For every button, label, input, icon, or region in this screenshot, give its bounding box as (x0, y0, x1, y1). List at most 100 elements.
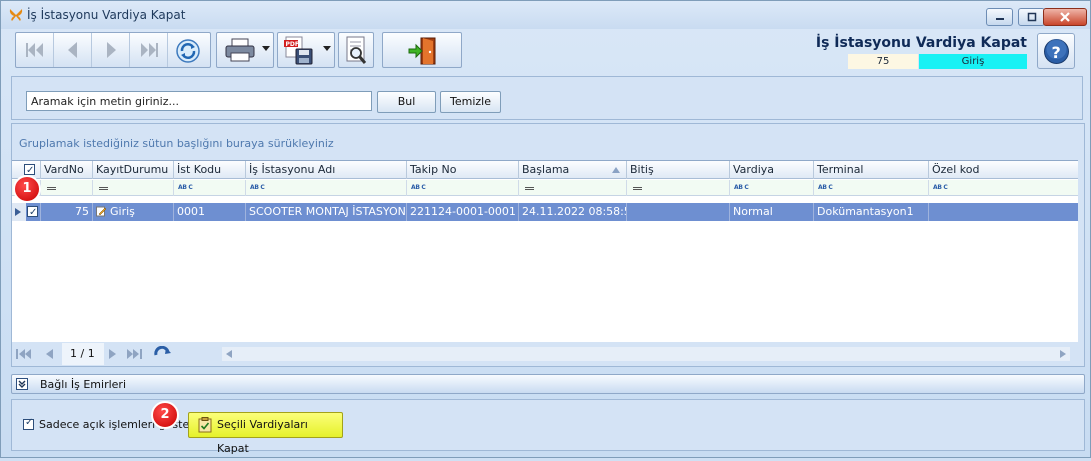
equals-icon (99, 187, 108, 190)
exit-button[interactable] (382, 32, 462, 68)
column-header-bitis[interactable]: Bitiş (627, 161, 730, 179)
inspect-icon (346, 36, 367, 64)
only-open-checkbox[interactable] (23, 417, 34, 430)
cell-takipno[interactable]: 221124-0001-0001 (407, 203, 519, 221)
abc-text-filter-icon: AB C (250, 184, 265, 191)
filter-row: AB C AB C AB C AB C AB C AB C (12, 180, 1078, 196)
refresh-icon (176, 39, 200, 63)
print-dropdown-arrow-icon[interactable] (262, 46, 270, 51)
column-header-vardno[interactable]: VardNo (41, 161, 93, 179)
horizontal-scrollbar[interactable] (222, 347, 1070, 361)
group-by-hint: Gruplamak istediğiniz sütun başlığını bu… (19, 137, 334, 150)
sort-ascending-icon (612, 167, 620, 173)
row-indicator[interactable] (12, 203, 26, 221)
maximize-button[interactable] (1018, 8, 1045, 26)
prev-icon (68, 42, 77, 58)
filter-cell-bitis[interactable] (627, 180, 730, 196)
row-select-cell[interactable] (26, 203, 41, 221)
abc-text-filter-icon: AB C (734, 184, 749, 191)
abc-text-filter-icon: AB C (818, 184, 833, 191)
linked-work-orders-bar[interactable]: Bağlı İş Emirleri (11, 374, 1085, 394)
cell-vardno[interactable]: 75 (41, 203, 93, 221)
column-header-baslama[interactable]: Başlama (519, 161, 627, 179)
equals-icon (633, 187, 642, 190)
cell-istasyon-adi[interactable]: SCOOTER MONTAJ İSTASYONU (246, 203, 407, 221)
filter-cell-istkodu[interactable]: AB C (174, 180, 246, 196)
column-header-takipno[interactable]: Takip No (407, 161, 519, 179)
minimize-button[interactable] (986, 8, 1013, 26)
cell-ozelkod[interactable] (929, 203, 1078, 221)
column-header-terminal[interactable]: Terminal (814, 161, 929, 179)
grid-area: Gruplamak istediğiniz sütun başlığını bu… (11, 123, 1085, 367)
expand-chevron-icon[interactable] (16, 378, 28, 390)
print-button[interactable] (216, 32, 274, 68)
pdf-dropdown-arrow-icon[interactable] (323, 46, 331, 51)
last-icon (141, 43, 158, 57)
scroll-right-icon[interactable] (1060, 350, 1066, 358)
abc-text-filter-icon: AB C (178, 184, 193, 191)
last-record-button[interactable] (130, 33, 168, 67)
cell-bitis[interactable] (627, 203, 730, 221)
filter-cell-istasyon-adi[interactable]: AB C (246, 180, 407, 196)
pager-page-text: 1 / 1 (70, 347, 95, 360)
close-selected-shifts-label: Seçili Vardiyaları Kapat (217, 418, 308, 455)
current-row-arrow-icon (15, 208, 21, 216)
pager-next-icon[interactable] (108, 348, 118, 360)
clear-button[interactable]: Temizle (440, 91, 501, 113)
title-bar: İş İstasyonu Vardiya Kapat (1, 1, 1090, 29)
linked-work-orders-label: Bağlı İş Emirleri (40, 378, 126, 391)
pager: 1 / 1 (12, 343, 1078, 365)
pager-page-box: 1 / 1 (62, 343, 104, 365)
cell-vardiya[interactable]: Normal (730, 203, 814, 221)
pager-refresh-icon[interactable] (154, 346, 172, 362)
inspect-button[interactable] (338, 32, 374, 68)
header-vardno-value: 75 (848, 54, 918, 69)
abc-text-filter-icon: AB C (933, 184, 948, 191)
exit-door-icon (408, 37, 436, 65)
search-input[interactable] (26, 91, 372, 111)
column-header-istasyon-adi[interactable]: İş İstasyonu Adı (246, 161, 407, 179)
find-button[interactable]: Bul (377, 91, 436, 113)
cell-terminal[interactable]: Dokümantasyon1 (814, 203, 929, 221)
filter-cell-vardiya[interactable]: AB C (730, 180, 814, 196)
select-all-checkbox[interactable] (24, 162, 35, 179)
cell-baslama[interactable]: 24.11.2022 08:58:50 (519, 203, 627, 221)
pager-first-icon[interactable] (16, 348, 32, 360)
filter-cell-terminal[interactable]: AB C (814, 180, 929, 196)
scroll-left-icon[interactable] (226, 350, 232, 358)
print-icon (225, 38, 255, 62)
column-header-kayitdurumu[interactable]: KayıtDurumu (93, 161, 174, 179)
pager-last-icon[interactable] (126, 348, 144, 360)
svg-text:?: ? (1052, 43, 1061, 62)
column-headers: VardNo KayıtDurumu İst Kodu İş İstasyonu… (12, 161, 1078, 179)
refresh-button[interactable] (168, 33, 206, 67)
filter-cell-vardno[interactable] (41, 180, 93, 196)
step-badge-1: 1 (13, 175, 41, 203)
help-button[interactable]: ? (1037, 33, 1075, 69)
header-status-value: Giriş (919, 54, 1027, 69)
column-header-istkodu[interactable]: İst Kodu (174, 161, 246, 179)
column-header-vardiya[interactable]: Vardiya (730, 161, 814, 179)
prev-record-button[interactable] (54, 33, 92, 67)
abc-text-filter-icon: AB C (411, 184, 426, 191)
filter-cell-baslama[interactable] (519, 180, 627, 196)
pdf-save-button[interactable]: PDF (277, 32, 335, 68)
filter-cell-takipno[interactable]: AB C (407, 180, 519, 196)
search-panel: Bul Temizle (11, 76, 1083, 120)
column-header-ozelkod[interactable]: Özel kod (929, 161, 1078, 179)
minimize-icon (995, 18, 1004, 20)
edit-pencil-icon (96, 206, 107, 217)
cell-kayitdurumu[interactable]: Giriş (93, 203, 174, 221)
pager-prev-icon[interactable] (44, 348, 54, 360)
table-row[interactable]: 75 Giriş 0001 SCOOTER MONTAJ İSTASYONU 2… (12, 203, 1078, 221)
next-record-button[interactable] (92, 33, 130, 67)
cell-istkodu[interactable]: 0001 (174, 203, 246, 221)
equals-icon (47, 187, 56, 190)
close-button[interactable] (1043, 8, 1087, 26)
filter-cell-kayitdurumu[interactable] (93, 180, 174, 196)
first-record-button[interactable] (16, 33, 54, 67)
row-select-checkbox[interactable] (27, 204, 38, 221)
cell-kayitdurumu-label: Giriş (110, 205, 135, 218)
close-selected-shifts-button[interactable]: Seçili Vardiyaları Kapat (188, 412, 343, 455)
filter-cell-ozelkod[interactable]: AB C (929, 180, 1078, 196)
